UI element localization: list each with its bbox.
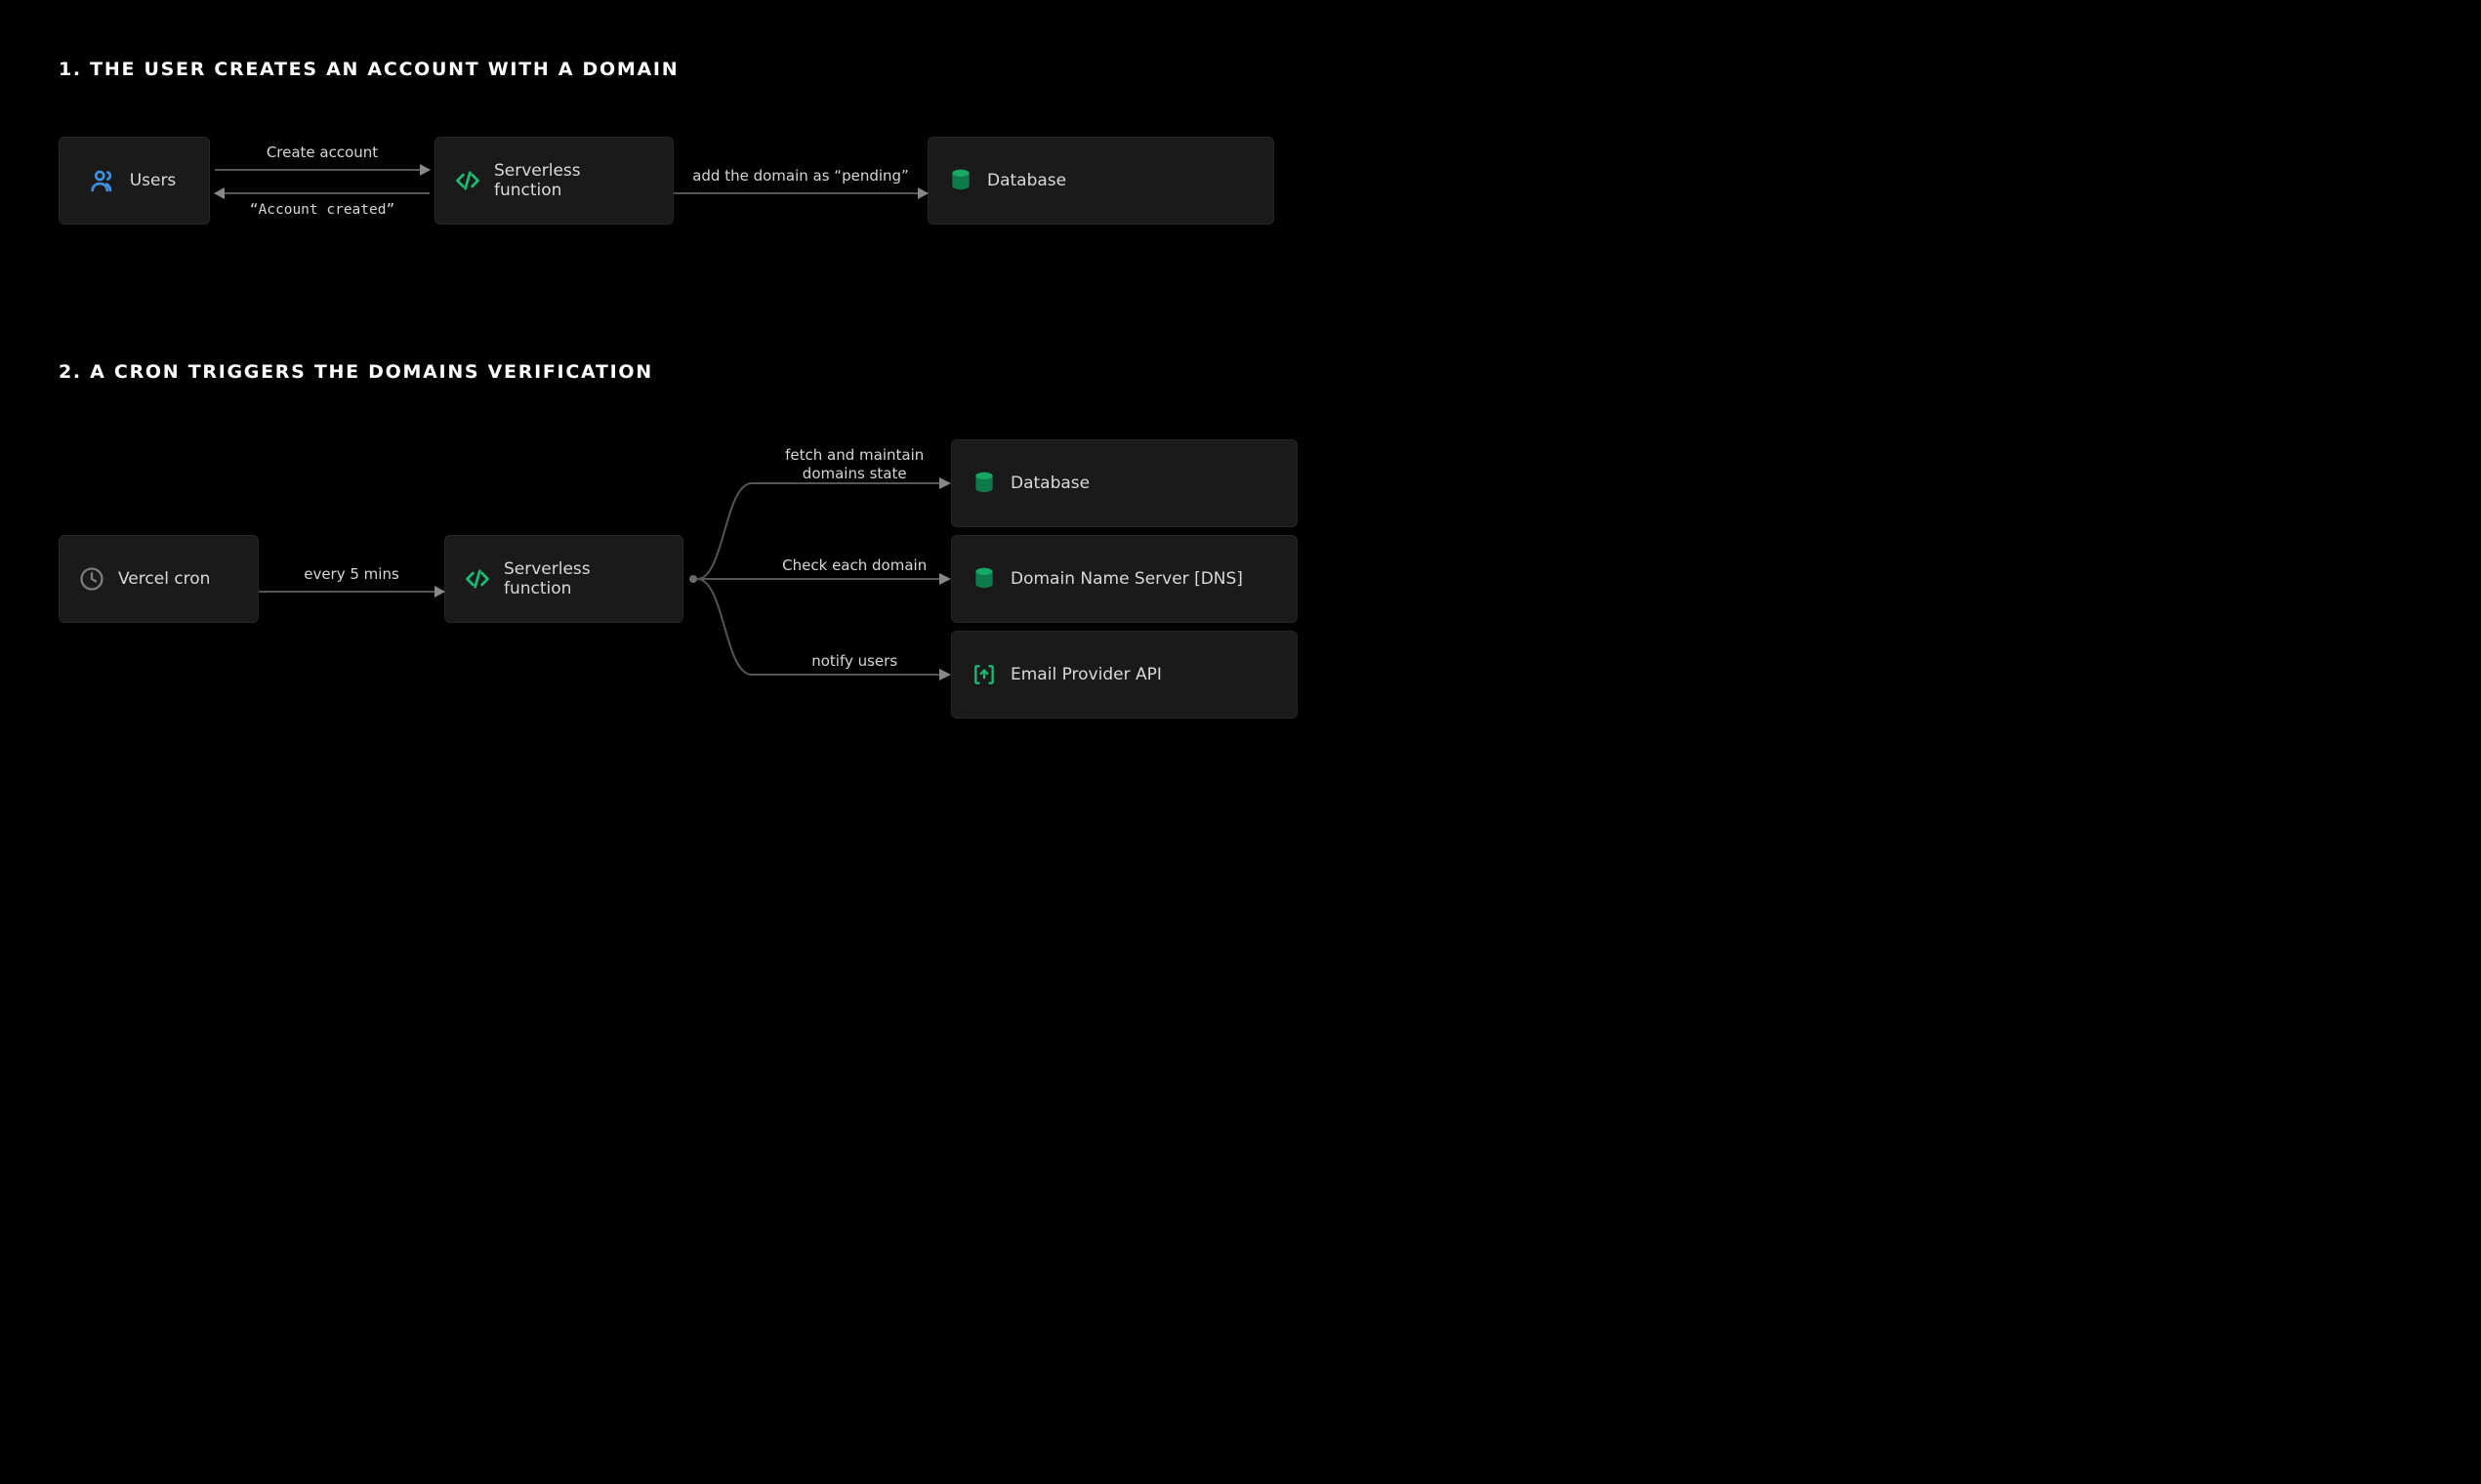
database-icon	[970, 564, 999, 594]
node-users-label: Users	[130, 171, 177, 190]
section-1-title: 1. THE USER CREATES AN ACCOUNT WITH A DO…	[59, 59, 2422, 80]
node-database-1: Database	[928, 137, 1274, 225]
node-serverless-1: Serverless function	[434, 137, 674, 225]
node-dns: Domain Name Server [DNS]	[951, 535, 1298, 623]
node-email-label: Email Provider API	[1011, 665, 1162, 684]
code-icon	[453, 166, 482, 195]
node-vercel-cron: Vercel cron	[59, 535, 259, 623]
clock-icon	[77, 564, 106, 594]
node-serverless-2: Serverless function	[444, 535, 683, 623]
node-users: Users	[59, 137, 210, 225]
code-icon	[463, 564, 492, 594]
section-1-flow: Users Create account “Account created”	[59, 137, 2422, 225]
node-cron-label: Vercel cron	[118, 569, 210, 589]
node-database-2: Database	[951, 439, 1298, 527]
fan-label-line2: domains state	[803, 465, 907, 482]
section-2: 2. A CRON TRIGGERS THE DOMAINS VERIFICAT…	[59, 361, 2422, 719]
fan-destinations: Database Domain Name Server [DNS]	[951, 439, 1298, 719]
database-icon	[970, 469, 999, 498]
connector-serverless-db: add the domain as “pending”	[674, 137, 928, 225]
connector-users-serverless: Create account “Account created”	[210, 138, 434, 224]
fan-label-fetch: fetch and maintain domains state	[785, 446, 924, 483]
arrow-label: every 5 mins	[304, 565, 399, 583]
fan-out: fetch and maintain domains state Check e…	[683, 439, 1298, 719]
arrow-label: “Account created”	[250, 202, 394, 218]
node-serverless-label: Serverless function	[494, 161, 651, 200]
fan-label-check: Check each domain	[782, 556, 927, 575]
node-serverless-label: Serverless function	[504, 559, 661, 598]
arrow-create-account: Create account	[215, 144, 430, 171]
section-2-flow: Vercel cron every 5 mins Serve	[59, 439, 2422, 719]
fan-source-dot	[689, 575, 697, 583]
node-dns-label: Domain Name Server [DNS]	[1011, 569, 1243, 589]
node-database-label: Database	[987, 171, 1066, 190]
arrow-account-created: “Account created”	[215, 192, 430, 218]
fan-label-notify: notify users	[811, 652, 897, 671]
section-2-title: 2. A CRON TRIGGERS THE DOMAINS VERIFICAT…	[59, 361, 2422, 383]
database-icon	[946, 166, 975, 195]
bracket-upload-icon	[970, 660, 999, 689]
node-database-label: Database	[1011, 474, 1090, 493]
fan-connectors: fetch and maintain domains state Check e…	[697, 439, 951, 719]
section-1: 1. THE USER CREATES AN ACCOUNT WITH A DO…	[59, 59, 2422, 225]
fan-label-line1: fetch and maintain	[785, 446, 924, 464]
arrow-label: Create account	[267, 144, 378, 161]
arrow-label: add the domain as “pending”	[692, 167, 909, 185]
users-icon	[89, 166, 118, 195]
node-email-api: Email Provider API	[951, 631, 1298, 719]
connector-cron-serverless: every 5 mins	[259, 535, 444, 623]
